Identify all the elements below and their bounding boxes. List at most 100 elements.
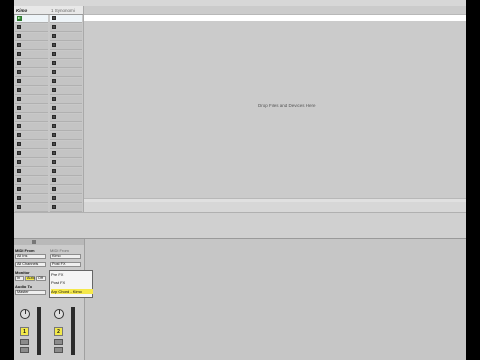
stop-clip-icon[interactable] (52, 52, 56, 56)
stop-clip-icon[interactable] (52, 25, 56, 29)
clip-slot[interactable] (15, 69, 48, 77)
clip-slot[interactable] (15, 51, 48, 59)
monitor-off-button[interactable]: Off (36, 276, 46, 281)
clip-slot[interactable] (50, 60, 82, 68)
track2-post-select[interactable]: Post FX (50, 262, 81, 267)
stop-clip-icon[interactable] (17, 70, 21, 74)
stop-clip-icon[interactable] (17, 196, 21, 200)
stop-clip-icon[interactable] (17, 124, 21, 128)
clip-slot[interactable] (50, 78, 82, 86)
clip-slot[interactable] (50, 150, 82, 158)
clip-slot[interactable] (50, 123, 82, 131)
clip-slot[interactable] (15, 33, 48, 41)
clip-slot[interactable] (50, 24, 82, 32)
stop-clip-icon[interactable] (17, 34, 21, 38)
stop-clip-icon[interactable] (17, 52, 21, 56)
stop-clip-icon[interactable] (52, 169, 56, 173)
track-activator-button[interactable]: 1 (20, 327, 29, 336)
clip-slot[interactable] (15, 132, 48, 140)
clip-slot[interactable] (15, 96, 48, 104)
dropdown-item-post-fx[interactable]: Post FX (51, 280, 65, 285)
clip-slot[interactable] (50, 168, 82, 176)
clip-slot[interactable] (15, 42, 48, 50)
clip-slot[interactable] (50, 105, 82, 113)
stop-clip-icon[interactable] (17, 115, 21, 119)
clip-slot[interactable] (50, 96, 82, 104)
clip-slot[interactable] (15, 24, 48, 32)
clip-slot[interactable] (50, 87, 82, 95)
stop-clip-icon[interactable] (52, 124, 56, 128)
stop-clip-icon[interactable] (52, 61, 56, 65)
clip-slot[interactable] (50, 186, 82, 194)
monitor-in-button[interactable]: In (15, 276, 24, 281)
stop-clip-icon[interactable] (52, 70, 56, 74)
stop-clip-icon[interactable] (52, 115, 56, 119)
stop-clip-icon[interactable] (17, 43, 21, 47)
midi-from-select[interactable]: All Ins (15, 254, 46, 259)
stop-clip-icon[interactable] (17, 160, 21, 164)
track-kimo[interactable]: Kimo (14, 6, 50, 212)
volume-fader[interactable] (71, 307, 75, 355)
clip-slot[interactable] (50, 177, 82, 185)
clip-slot[interactable] (15, 168, 48, 176)
stop-clip-icon[interactable] (52, 106, 56, 110)
stop-clip-icon[interactable] (52, 97, 56, 101)
pan-knob[interactable] (54, 309, 64, 319)
stop-clip-icon[interactable] (52, 205, 56, 209)
clip-slot[interactable] (50, 132, 82, 140)
clip-slot[interactable] (15, 195, 48, 203)
solo-button[interactable] (54, 339, 63, 345)
clip-slot[interactable] (50, 42, 82, 50)
stop-clip-icon[interactable] (17, 97, 21, 101)
stop-clip-icon[interactable] (52, 34, 56, 38)
stop-clip-icon[interactable] (52, 133, 56, 137)
stop-clip-icon[interactable] (17, 142, 21, 146)
track-header[interactable]: Kimo (14, 6, 49, 15)
clip-slot[interactable] (15, 60, 48, 68)
channel-select[interactable]: All Channels (15, 262, 46, 267)
clip-slot[interactable] (15, 159, 48, 167)
clip-slot[interactable] (15, 204, 48, 212)
clip-slot[interactable] (50, 141, 82, 149)
stop-clip-icon[interactable] (52, 88, 56, 92)
clip-slot[interactable] (50, 69, 82, 77)
clip-slot[interactable] (50, 195, 82, 203)
dropdown-item-arp-chord[interactable]: Arp Chord - Kimo (51, 289, 93, 294)
io-toggle-icon[interactable] (32, 240, 36, 244)
clip-slot[interactable] (50, 114, 82, 122)
stop-clip-icon[interactable] (17, 133, 21, 137)
stop-clip-icon[interactable] (17, 61, 21, 65)
stop-clip-icon[interactable] (17, 205, 21, 209)
stop-clip-icon[interactable] (17, 106, 21, 110)
stop-clip-icon[interactable] (52, 79, 56, 83)
stop-clip-icon[interactable] (17, 151, 21, 155)
stop-clip-icon[interactable] (17, 187, 21, 191)
drop-area[interactable] (84, 6, 466, 200)
arm-button[interactable] (20, 347, 29, 353)
clip-slot[interactable] (50, 159, 82, 167)
stop-clip-icon[interactable] (17, 25, 21, 29)
track-synonomi[interactable]: 1 Synonomi (49, 6, 84, 212)
stop-clip-icon[interactable] (52, 160, 56, 164)
stop-clip-icon[interactable] (17, 79, 21, 83)
clip-slot[interactable] (15, 105, 48, 113)
monitor-auto-button[interactable]: Auto (25, 276, 35, 281)
stop-clip-icon[interactable] (52, 142, 56, 146)
track2-from-select[interactable]: Kimo (50, 254, 81, 259)
play-clip-icon[interactable] (17, 16, 22, 21)
clip-slot[interactable] (50, 204, 82, 212)
clip-slot[interactable] (15, 15, 48, 23)
stop-clip-icon[interactable] (17, 88, 21, 92)
audio-to-select[interactable]: Master (15, 290, 46, 295)
track-header[interactable]: 1 Synonomi (49, 6, 83, 15)
clip-slot[interactable] (15, 141, 48, 149)
volume-fader[interactable] (37, 307, 41, 355)
dropdown-item-pre-fx[interactable]: Pre FX (51, 272, 63, 277)
pan-knob[interactable] (20, 309, 30, 319)
solo-button[interactable] (20, 339, 29, 345)
arm-button[interactable] (54, 347, 63, 353)
stop-clip-icon[interactable] (52, 187, 56, 191)
clip-slot[interactable] (15, 123, 48, 131)
clip-slot[interactable] (15, 78, 48, 86)
stop-clip-icon[interactable] (52, 16, 56, 20)
